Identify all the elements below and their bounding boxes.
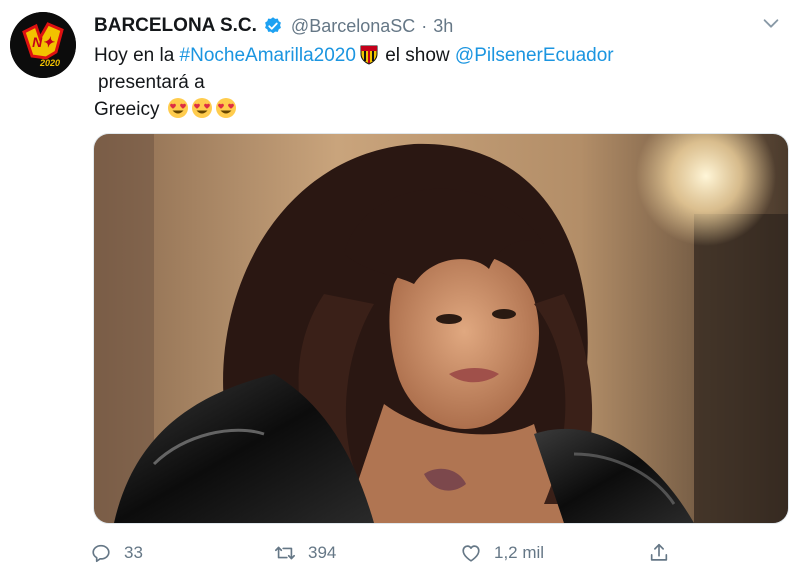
heart-eyes-emoji-icon bbox=[191, 98, 212, 118]
retweet-button[interactable]: 394 bbox=[274, 538, 336, 568]
team-logo-icon: N✦ 2020 bbox=[10, 12, 76, 78]
tweet-text-line: presentará a bbox=[98, 72, 205, 93]
tweet-header: BARCELONA S.C. @BarcelonaSC · 3h bbox=[94, 14, 453, 38]
tweet-text-line: Greeicy bbox=[94, 96, 774, 123]
heart-icon bbox=[462, 545, 480, 562]
timestamp[interactable]: 3h bbox=[433, 16, 453, 37]
like-count: 1,2 mil bbox=[494, 543, 545, 562]
retweet-icon bbox=[275, 546, 295, 560]
tweet-photo[interactable] bbox=[93, 133, 789, 524]
hashtag-link[interactable]: #NocheAmarilla2020 bbox=[180, 45, 356, 66]
svg-text:2020: 2020 bbox=[39, 58, 60, 68]
display-name[interactable]: BARCELONA S.C. bbox=[94, 15, 257, 37]
text-segment: el show bbox=[379, 45, 455, 66]
text-segment: Greeicy bbox=[94, 99, 160, 120]
tweet-text-line: Hoy en la #NocheAmarilla2020 el show @Pi… bbox=[94, 42, 774, 69]
reply-icon bbox=[92, 544, 110, 563]
avatar[interactable]: N✦ 2020 bbox=[10, 12, 76, 78]
reply-button[interactable]: 33 bbox=[90, 538, 143, 568]
text-segment: Hoy en la bbox=[94, 45, 180, 66]
tweet[interactable]: N✦ 2020 BARCELONA S.C. @BarcelonaSC · 3h… bbox=[0, 0, 800, 577]
heart-eyes-emoji-icon bbox=[215, 98, 236, 118]
tweet-text: Hoy en la #NocheAmarilla2020 el show @Pi… bbox=[94, 42, 774, 123]
like-button[interactable]: 1,2 mil bbox=[460, 538, 544, 568]
tweet-actions: 33 394 1,2 mil bbox=[90, 538, 690, 568]
heart-eyes-emoji-icon bbox=[167, 98, 188, 118]
share-icon bbox=[650, 543, 668, 561]
share-button[interactable] bbox=[648, 538, 682, 568]
separator-dot: · bbox=[421, 15, 428, 36]
svg-text:N✦: N✦ bbox=[32, 34, 55, 50]
mention-link[interactable]: @PilsenerEcuador bbox=[455, 45, 614, 66]
chevron-down-icon[interactable] bbox=[760, 12, 782, 34]
portrait-photo-icon bbox=[94, 134, 788, 523]
verified-badge-icon bbox=[265, 17, 281, 34]
retweet-count: 394 bbox=[308, 543, 337, 562]
handle[interactable]: @BarcelonaSC bbox=[291, 16, 415, 37]
reply-count: 33 bbox=[124, 543, 143, 562]
barcelona-crest-emoji-icon bbox=[360, 45, 378, 65]
